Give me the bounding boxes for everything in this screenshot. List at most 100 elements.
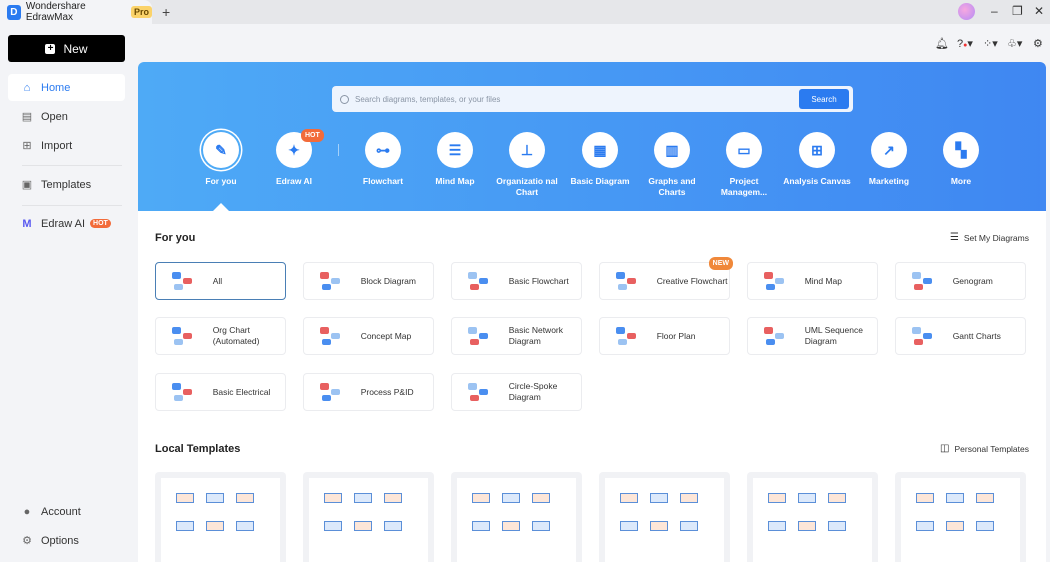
- category-label: Marketing: [868, 176, 910, 186]
- category-edraw-ai[interactable]: ✦ Edraw AI HOT: [259, 129, 329, 187]
- template-thumbnail[interactable]: [747, 472, 878, 562]
- file-icon: ▤: [21, 111, 33, 123]
- diagram-card-uml-sequence-diagram[interactable]: UML Sequence Diagram: [747, 317, 878, 355]
- category-label: For you: [205, 176, 237, 186]
- flowchart-icon: ⊶: [365, 132, 401, 168]
- category-graphs-charts[interactable]: ▥ Graphs and Charts: [637, 132, 707, 198]
- diagram-card-process-p-id[interactable]: Process P&ID: [303, 373, 434, 411]
- uml-sequence-diagram-icon: [762, 325, 784, 347]
- org-chart-icon: ⊥: [509, 132, 545, 168]
- diagram-card-mind-map[interactable]: Mind Map: [747, 262, 878, 300]
- diagram-card-circle-spoke-diagram[interactable]: Circle-Spoke Diagram: [451, 373, 582, 411]
- hot-badge: HOT: [301, 129, 324, 142]
- diagram-card-basic-network-diagram[interactable]: Basic Network Diagram: [451, 317, 582, 355]
- category-flowchart[interactable]: ⊶ Flowchart: [348, 132, 418, 187]
- diagram-card-genogram[interactable]: Genogram: [895, 262, 1026, 300]
- sidebar: + New ⌂ Home ▤ Open ⊞ Import ▣ Templates M Edr…: [0, 24, 138, 562]
- template-preview: [161, 478, 280, 562]
- template-thumbnail[interactable]: [303, 472, 434, 562]
- category-label: Graphs and Charts: [648, 176, 696, 197]
- process-p-id-icon: [318, 381, 340, 403]
- sidebar-item-account[interactable]: ● Account: [8, 498, 125, 525]
- diagram-card-basic-flowchart[interactable]: Basic Flowchart: [451, 262, 582, 300]
- template-preview: [457, 478, 576, 562]
- hot-badge: HOT: [90, 219, 111, 228]
- sidebar-item-options[interactable]: ⚙ Options: [8, 527, 125, 554]
- card-label: Process P&ID: [360, 386, 414, 397]
- user-icon: ●: [23, 505, 31, 518]
- card-label: Circle-Spoke Diagram: [508, 381, 558, 402]
- diagram-card-concept-map[interactable]: Concept Map: [303, 317, 434, 355]
- sidebar-item-home[interactable]: ⌂ Home: [8, 74, 125, 101]
- gantt-charts-icon: [910, 325, 932, 347]
- new-badge: NEW: [708, 257, 733, 270]
- mind-map-icon: [762, 270, 784, 292]
- diagram-card-basic-electrical[interactable]: Basic Electrical: [155, 373, 286, 411]
- sidebar-item-open[interactable]: ▤ Open: [8, 103, 125, 130]
- template-preview: [605, 478, 724, 562]
- app-tab[interactable]: D Wondershare EdrawMax Pro: [0, 0, 152, 24]
- category-marketing[interactable]: ↗ Marketing: [854, 132, 924, 187]
- gear-icon: ⚙: [22, 535, 32, 547]
- analysis-canvas-icon: ⊞: [799, 132, 835, 168]
- template-icon: ◫: [940, 443, 950, 454]
- help-icon[interactable]: ?●▾: [957, 37, 973, 50]
- sidebar-item-label: Import: [41, 139, 73, 152]
- diagram-card-block-diagram[interactable]: Block Diagram: [303, 262, 434, 300]
- minimize-button[interactable]: –: [991, 4, 998, 18]
- theme-icon[interactable]: ♧▾: [1007, 37, 1022, 50]
- more-icon: ▚: [943, 132, 979, 168]
- template-thumbnail[interactable]: [155, 472, 286, 562]
- category-mind-map[interactable]: ☰ Mind Map: [420, 132, 490, 187]
- apps-icon[interactable]: ⁘▾: [983, 37, 998, 50]
- card-label: Basic Flowchart: [508, 275, 569, 286]
- sidebar-item-edraw-ai[interactable]: M Edraw AI HOT: [8, 210, 125, 237]
- personal-templates-button[interactable]: ◫ Personal Templates: [940, 443, 1029, 454]
- close-button[interactable]: ✕: [1034, 4, 1044, 18]
- sidebar-item-templates[interactable]: ▣ Templates: [8, 171, 125, 198]
- template-thumbnail[interactable]: [451, 472, 582, 562]
- bell-icon[interactable]: 🔔︎: [935, 37, 949, 50]
- for-you-icon: ✎: [203, 132, 239, 168]
- mind-map-icon: ☰: [437, 132, 473, 168]
- sidebar-item-import[interactable]: ⊞ Import: [8, 132, 125, 159]
- avatar[interactable]: [958, 3, 975, 20]
- new-button[interactable]: + New: [8, 35, 125, 62]
- category-for-you[interactable]: ✎ For you: [186, 132, 256, 187]
- diagram-card-all[interactable]: All: [155, 262, 286, 300]
- templates-icon: ▣: [21, 179, 33, 191]
- title-bar: D Wondershare EdrawMax Pro + – ❐ ✕: [0, 0, 1050, 24]
- plus-icon: +: [45, 43, 56, 54]
- template-thumbnail[interactable]: [599, 472, 730, 562]
- category-basic-diagram[interactable]: ▦ Basic Diagram: [565, 132, 635, 187]
- set-my-diagrams-button[interactable]: ☰ Set My Diagrams: [950, 232, 1029, 243]
- category-project-management[interactable]: ▭ Project Managem...: [709, 132, 779, 198]
- diagram-card-gantt-charts[interactable]: Gantt Charts: [895, 317, 1026, 355]
- basic-network-diagram-icon: [466, 325, 488, 347]
- search-input[interactable]: Search diagrams, templates, or your file…: [332, 86, 853, 112]
- category-org-chart[interactable]: ⊥ Organizatio nal Chart: [492, 132, 562, 198]
- diagram-card-floor-plan[interactable]: Floor Plan: [599, 317, 730, 355]
- category-label: Edraw AI: [275, 176, 313, 186]
- card-label: Floor Plan: [656, 330, 696, 341]
- search-button[interactable]: Search: [799, 89, 849, 109]
- category-more[interactable]: ▚ More: [926, 132, 996, 187]
- card-label: UML Sequence Diagram: [804, 325, 863, 346]
- personal-templates-label: Personal Templates: [954, 443, 1030, 454]
- creative-flowchart-icon: [614, 270, 636, 292]
- edraw-ai-icon: M: [22, 217, 32, 230]
- search-icon: [340, 94, 349, 104]
- for-you-heading: For you: [155, 232, 196, 244]
- card-label: Block Diagram: [360, 275, 416, 286]
- new-label: New: [63, 41, 88, 56]
- sidebar-item-label: Home: [41, 81, 71, 94]
- card-label: Concept Map: [360, 330, 412, 341]
- template-thumbnail[interactable]: [895, 472, 1026, 562]
- diagram-card-org-chart-automated[interactable]: Org Chart (Automated): [155, 317, 286, 355]
- gear-icon[interactable]: ⚙: [1033, 37, 1043, 50]
- maximize-button[interactable]: ❐: [1012, 4, 1023, 18]
- diagram-card-creative-flowchart[interactable]: Creative Flowchart NEW: [599, 257, 733, 300]
- genogram-icon: [910, 270, 932, 292]
- category-analysis-canvas[interactable]: ⊞ Analysis Canvas: [782, 132, 852, 187]
- new-tab-button[interactable]: +: [162, 4, 170, 20]
